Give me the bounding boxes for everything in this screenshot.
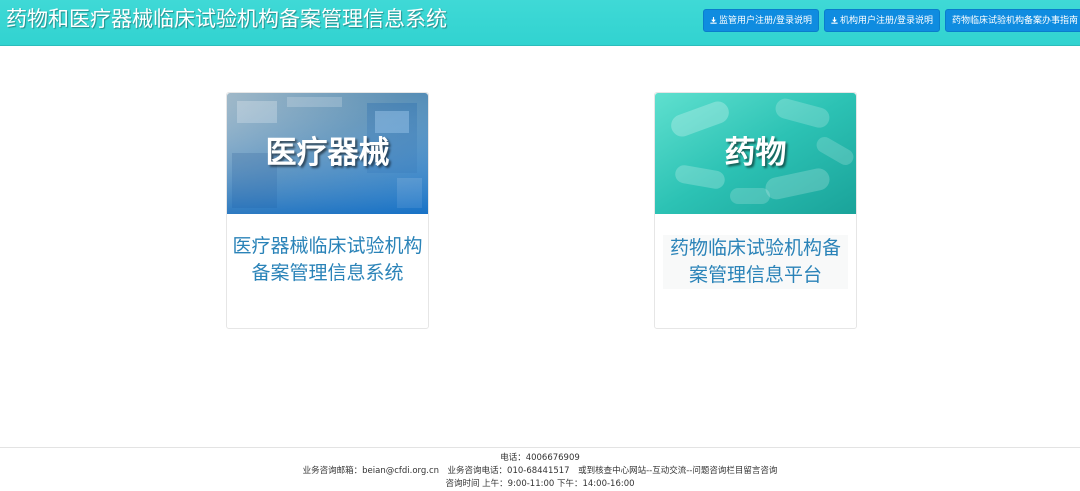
download-icon xyxy=(710,17,717,24)
supervisor-register-guide-label: 监管用户注册/登录说明 xyxy=(719,16,813,26)
site-title: 药物和医疗器械临床试验机构备案管理信息系统 xyxy=(6,7,447,31)
filing-guide-label: 药物临床试验机构备案办事指南 xyxy=(952,16,1079,26)
medical-device-banner-image: 医疗器械 xyxy=(227,93,428,214)
institution-register-guide-label: 机构用户注册/登录说明 xyxy=(840,16,934,26)
supervisor-register-guide-button[interactable]: 监管用户注册/登录说明 xyxy=(703,9,819,32)
drug-banner-image: 药物 xyxy=(655,93,856,214)
institution-register-guide-button[interactable]: 机构用户注册/登录说明 xyxy=(824,9,940,32)
medical-device-banner-label: 医疗器械 xyxy=(265,135,390,171)
filing-guide-button[interactable]: 药物临床试验机构备案办事指南 xyxy=(945,9,1080,32)
drug-platform-title: 药物临床试验机构备案管理信息平台 xyxy=(663,235,848,289)
top-header-bar: 药物和医疗器械临床试验机构备案管理信息系统 监管用户注册/登录说明 机构用户注册… xyxy=(0,0,1080,46)
drug-platform-card[interactable]: 药物 药物临床试验机构备案管理信息平台 xyxy=(654,92,857,329)
drug-banner-label: 药物 xyxy=(724,135,787,171)
medical-device-system-title: 医疗器械临床试验机构备案管理信息系统 xyxy=(232,235,423,284)
page-footer: 电话：4006676909 业务咨询邮箱：beian@cfdi.org.cn 业… xyxy=(0,447,1080,491)
footer-phone: 电话：4006676909 xyxy=(500,453,580,463)
medical-device-system-card[interactable]: 医疗器械 医疗器械临床试验机构备案管理信息系统 xyxy=(226,92,429,329)
download-icon xyxy=(831,17,838,24)
footer-consult-hours: 咨询时间 上午：9:00-11:00 下午：14:00-16:00 xyxy=(445,479,635,489)
footer-consult-info: 业务咨询邮箱：beian@cfdi.org.cn 业务咨询电话：010-6844… xyxy=(302,466,778,476)
